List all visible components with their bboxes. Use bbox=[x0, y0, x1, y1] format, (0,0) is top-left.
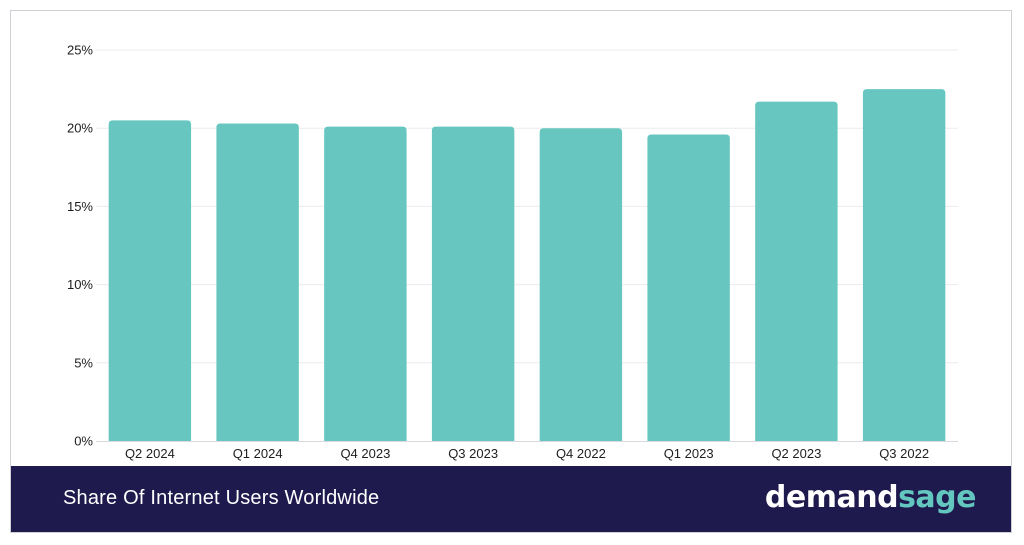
chart-title: Share Of Internet Users Worldwide bbox=[63, 487, 380, 509]
bars bbox=[108, 89, 946, 442]
y-tick-label: 25% bbox=[67, 43, 93, 58]
chart-card: 0% 5% 10% 15% 20% 25% Q2 2024 Q1 2024 Q4 2023 Q3… bbox=[10, 10, 1012, 533]
bar bbox=[539, 128, 623, 441]
chart-footer: Share Of Internet Users Worldwide demand… bbox=[11, 466, 1011, 532]
brand-logo-demand: demand bbox=[764, 480, 899, 515]
y-tick-label: 15% bbox=[67, 199, 93, 214]
bar bbox=[647, 134, 730, 441]
y-axis-ticks: 0% 5% 10% 15% 20% 25% bbox=[67, 43, 93, 449]
bar bbox=[216, 123, 299, 442]
bar bbox=[862, 89, 946, 441]
x-tick-label: Q2 2023 bbox=[771, 446, 821, 461]
brand-logo: demandsage bbox=[764, 480, 977, 515]
brand-logo-sage: sage bbox=[898, 480, 976, 515]
bar-chart: 0% 5% 10% 15% 20% 25% Q2 2024 Q1 2024 Q4 2023 Q3… bbox=[67, 43, 958, 461]
y-tick-label: 0% bbox=[74, 434, 93, 449]
x-axis-ticks: Q2 2024 Q1 2024 Q4 2023 Q3 2023 Q4 2022 Q1 20… bbox=[125, 446, 929, 461]
x-tick-label: Q4 2022 bbox=[556, 446, 606, 461]
y-tick-label: 10% bbox=[67, 277, 93, 292]
y-tick-label: 5% bbox=[74, 355, 93, 370]
x-tick-label: Q3 2022 bbox=[879, 446, 929, 461]
bar bbox=[755, 101, 838, 441]
bar bbox=[431, 126, 515, 442]
x-tick-label: Q4 2023 bbox=[340, 446, 390, 461]
x-tick-label: Q2 2024 bbox=[125, 446, 175, 461]
x-tick-label: Q3 2023 bbox=[448, 446, 498, 461]
x-tick-label: Q1 2024 bbox=[233, 446, 283, 461]
x-tick-label: Q1 2023 bbox=[664, 446, 714, 461]
y-tick-label: 20% bbox=[67, 121, 93, 136]
bar bbox=[108, 120, 192, 441]
bar bbox=[324, 126, 407, 442]
